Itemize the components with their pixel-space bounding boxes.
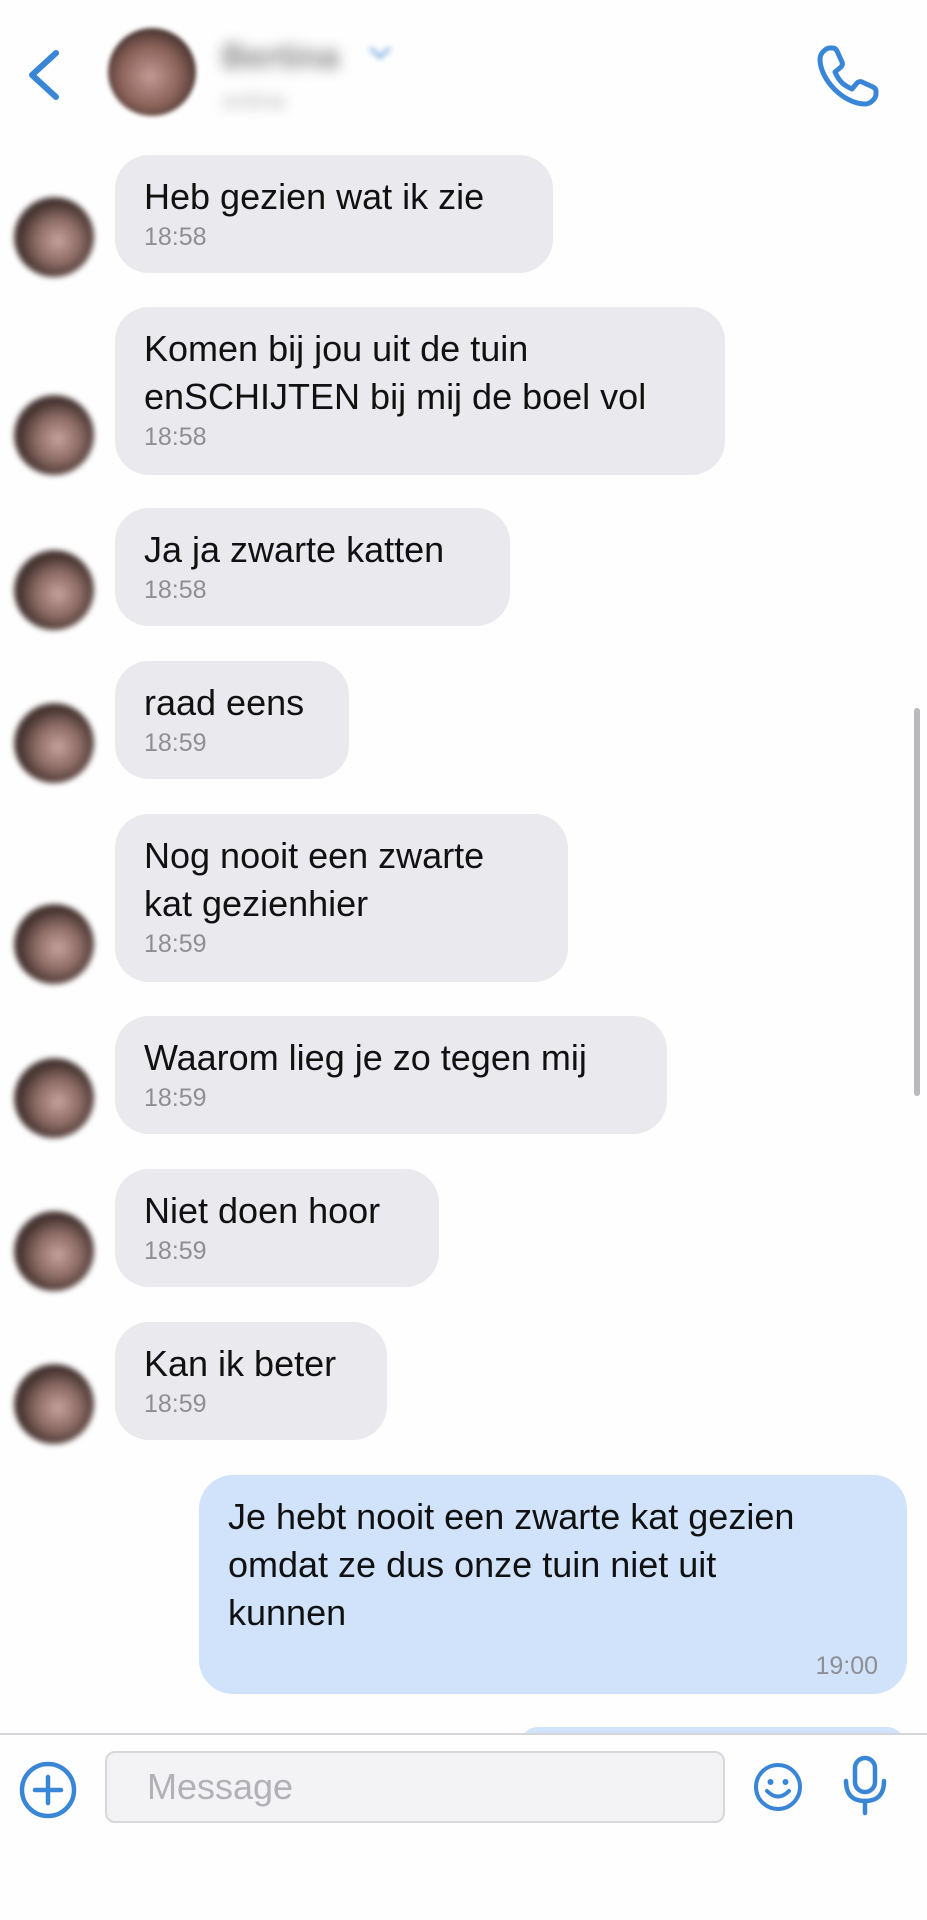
sender-avatar[interactable] [14,1058,94,1138]
message-time: 18:58 [144,576,207,604]
outgoing-message-bubble[interactable]: Je hebt nooit een zwarte kat gezien omda… [199,1475,907,1694]
incoming-message-bubble[interactable]: Niet doen hoor 18:59 [115,1169,439,1287]
contact-status: online [222,88,287,115]
message-time: 19:00 [815,1652,878,1680]
message-time: 18:59 [144,930,207,958]
message-text: Niet doen hoor [144,1190,381,1231]
incoming-message-bubble[interactable]: Heb gezien wat ik zie 18:58 [115,155,553,273]
chevron-left-icon [29,50,59,100]
add-attachment-button[interactable] [18,1760,78,1820]
incoming-message-bubble[interactable]: Waarom lieg je zo tegen mij 18:59 [115,1016,667,1134]
incoming-message-bubble[interactable]: Nog nooit een zwarte kat gezienhier 18:5… [115,814,568,982]
sender-avatar[interactable] [14,904,94,984]
voice-message-button[interactable] [838,1755,892,1817]
contact-name[interactable]: Bertina [222,38,339,77]
chat-header: Bertina online [0,0,927,145]
incoming-message-bubble[interactable]: Komen bij jou uit de tuin enSCHIJTEN bij… [115,307,725,475]
message-time: 18:59 [144,1084,207,1112]
message-input[interactable] [105,1751,725,1823]
smiley-icon [754,1763,802,1811]
back-button[interactable] [20,45,70,105]
contact-avatar[interactable] [108,28,196,116]
sender-avatar[interactable] [14,197,94,277]
incoming-message-bubble[interactable]: Ja ja zwarte katten 18:58 [115,508,510,626]
message-time: 18:59 [144,1237,207,1265]
sender-avatar[interactable] [14,1211,94,1291]
sender-avatar[interactable] [14,703,94,783]
chevron-down-icon[interactable] [366,44,394,62]
plus-circle-icon [19,1761,77,1819]
message-time: 18:59 [144,729,207,757]
chat-screen: Bertina online Heb gezien wat ik zie 18:… [0,0,927,1920]
message-time: 18:58 [144,423,207,451]
message-text: Waarom lieg je zo tegen mij [144,1037,587,1078]
message-text: Komen bij jou uit de tuin enSCHIJTEN bij… [144,328,647,417]
message-time: 18:59 [144,1390,207,1418]
emoji-button[interactable] [752,1761,804,1813]
phone-icon [817,45,879,107]
microphone-icon [843,1755,887,1816]
sender-avatar[interactable] [14,550,94,630]
message-text: Nog nooit een zwarte kat gezienhier [144,835,485,924]
scrollbar-thumb[interactable] [914,708,920,1096]
message-text: Ja ja zwarte katten [144,529,445,570]
incoming-message-bubble[interactable]: raad eens 18:59 [115,661,349,779]
call-button[interactable] [812,42,882,112]
sender-avatar[interactable] [14,395,94,475]
message-time: 18:58 [144,223,207,251]
message-text: Heb gezien wat ik zie [144,176,485,217]
incoming-message-bubble[interactable]: Kan ik beter 18:59 [115,1322,387,1440]
message-text: Kan ik beter [144,1343,337,1384]
sender-avatar[interactable] [14,1364,94,1444]
message-text: raad eens [144,682,305,723]
message-text: Je hebt nooit een zwarte kat gezien omda… [228,1496,795,1633]
